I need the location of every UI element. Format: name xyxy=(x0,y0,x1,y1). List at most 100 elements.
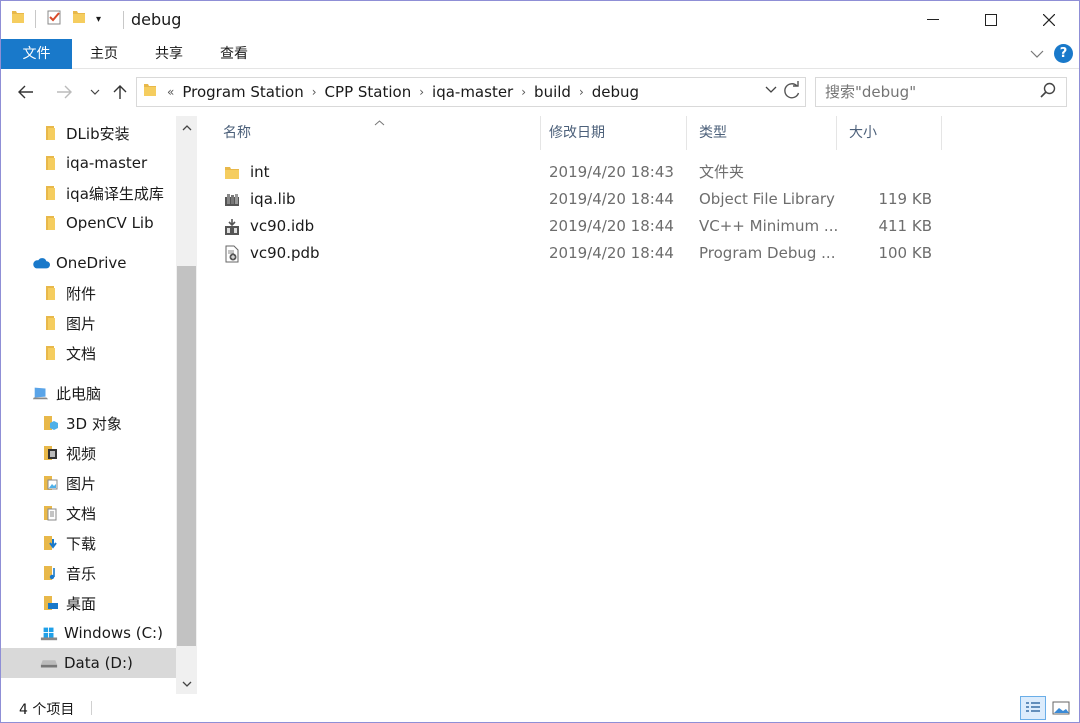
chevron-right-icon[interactable]: › xyxy=(579,85,584,99)
folder-icon xyxy=(223,164,241,182)
sidebar-item-data-d[interactable]: Data (D:) xyxy=(1,648,176,678)
breadcrumb-cpp-station[interactable]: CPP Station xyxy=(325,83,412,101)
breadcrumb-debug[interactable]: debug xyxy=(592,83,639,101)
file-row-int[interactable]: int 2019/4/20 18:43 文件夹 xyxy=(211,159,951,186)
sidebar-item-label: 桌面 xyxy=(66,594,97,613)
sidebar-item-documents[interactable]: 文档 xyxy=(1,498,176,528)
column-header-type[interactable]: 类型 xyxy=(687,116,837,150)
search-box[interactable] xyxy=(815,77,1067,107)
sidebar-item-downloads[interactable]: 下载 xyxy=(1,528,176,558)
sidebar-item-label: 文档 xyxy=(66,344,97,363)
sidebar-item-this-pc[interactable]: 此电脑 xyxy=(1,378,176,408)
sidebar-item-onedrive[interactable]: OneDrive xyxy=(1,248,176,278)
sidebar-item-dlib[interactable]: DLib安装 xyxy=(1,118,176,148)
help-icon[interactable]: ? xyxy=(1054,44,1073,63)
breadcrumb-iqa-master[interactable]: iqa-master xyxy=(432,83,513,101)
ribbon-tabs: 文件 主页 共享 查看 ? xyxy=(1,39,1079,69)
file-name: vc90.idb xyxy=(250,217,315,235)
new-folder-icon[interactable] xyxy=(72,9,86,29)
desktop-folder-icon xyxy=(42,594,60,612)
file-type: Program Debug ... xyxy=(699,244,836,262)
sidebar-item-onedrive-pictures[interactable]: 图片 xyxy=(1,308,176,338)
sidebar-item-onedrive-documents[interactable]: 文档 xyxy=(1,338,176,368)
column-header-date[interactable]: 修改日期 xyxy=(537,116,687,150)
tab-share[interactable]: 共享 xyxy=(136,39,202,69)
address-bar[interactable]: « Program Station › CPP Station › iqa-ma… xyxy=(136,77,806,107)
cloud-icon xyxy=(32,254,50,272)
sidebar-item-label: iqa编译生成库 xyxy=(66,184,164,203)
tab-file[interactable]: 文件 xyxy=(1,39,72,69)
sidebar-item-label: 下载 xyxy=(66,534,97,553)
sidebar-item-label: OneDrive xyxy=(56,254,127,272)
file-row-iqa-lib[interactable]: iqa.lib 2019/4/20 18:44 Object File Libr… xyxy=(211,186,951,213)
sidebar-item-3d-objects[interactable]: 3D 对象 xyxy=(1,408,176,438)
scrollbar-thumb[interactable] xyxy=(177,266,196,646)
column-header-size[interactable]: 大小 xyxy=(837,116,942,150)
sort-ascending-icon xyxy=(374,116,385,129)
sidebar-item-label: 3D 对象 xyxy=(66,414,122,433)
sidebar-item-music[interactable]: 音乐 xyxy=(1,558,176,588)
forward-button[interactable] xyxy=(47,73,81,111)
library-file-icon xyxy=(223,191,241,209)
search-input[interactable] xyxy=(816,78,1026,106)
3d-objects-icon xyxy=(42,414,60,432)
close-button[interactable] xyxy=(1020,1,1078,39)
chevron-right-icon[interactable]: › xyxy=(312,85,317,99)
downloads-folder-icon xyxy=(42,534,60,552)
breadcrumb-overflow[interactable]: « xyxy=(167,85,174,99)
sidebar-item-label: Data (D:) xyxy=(64,654,133,672)
computer-icon xyxy=(32,384,50,402)
scroll-down-icon[interactable] xyxy=(176,674,197,694)
minimize-button[interactable] xyxy=(904,1,962,39)
folder-icon xyxy=(42,314,60,332)
up-button[interactable] xyxy=(107,73,133,111)
maximize-button[interactable] xyxy=(962,1,1020,39)
windows-drive-icon xyxy=(40,624,58,642)
file-type: VC++ Minimum ... xyxy=(699,217,839,235)
file-row-vc90-pdb[interactable]: vc90.pdb 2019/4/20 18:44 Program Debug .… xyxy=(211,240,951,267)
chevron-down-icon[interactable] xyxy=(765,83,777,97)
large-icons-view-button[interactable] xyxy=(1048,696,1074,720)
folder-icon xyxy=(42,344,60,362)
tab-home[interactable]: 主页 xyxy=(72,39,136,69)
sidebar-item-pictures[interactable]: 图片 xyxy=(1,468,176,498)
sidebar-item-iqa-master[interactable]: iqa-master xyxy=(1,148,176,178)
chevron-right-icon[interactable]: › xyxy=(521,85,526,99)
sidebar-item-attachments[interactable]: 附件 xyxy=(1,278,176,308)
file-date: 2019/4/20 18:44 xyxy=(549,190,674,208)
address-folder-icon xyxy=(143,82,157,102)
navigation-pane: DLib安装 iqa-master iqa编译生成库 OpenCV Lib On… xyxy=(1,116,197,694)
search-icon[interactable] xyxy=(1040,82,1056,102)
file-name: iqa.lib xyxy=(250,190,296,208)
chevron-right-icon[interactable]: › xyxy=(419,85,424,99)
pictures-folder-icon xyxy=(42,474,60,492)
folder-icon xyxy=(42,284,60,302)
details-view-button[interactable] xyxy=(1020,696,1046,720)
recent-locations-button[interactable] xyxy=(85,73,105,111)
sidebar-item-iqa-lib[interactable]: iqa编译生成库 xyxy=(1,178,176,208)
title-bar: ▾ debug xyxy=(1,1,1079,39)
sidebar-item-opencv-lib[interactable]: OpenCV Lib xyxy=(1,208,176,238)
scroll-up-icon[interactable] xyxy=(176,118,197,138)
file-row-vc90-idb[interactable]: vc90.idb 2019/4/20 18:44 VC++ Minimum ..… xyxy=(211,213,951,240)
breadcrumb-build[interactable]: build xyxy=(534,83,571,101)
idb-file-icon xyxy=(223,218,241,236)
expand-ribbon-icon[interactable] xyxy=(1030,46,1044,62)
sidebar-item-videos[interactable]: 视频 xyxy=(1,438,176,468)
refresh-icon[interactable] xyxy=(783,81,801,105)
customize-dropdown-icon[interactable]: ▾ xyxy=(96,14,101,25)
file-size: 411 KB xyxy=(878,217,932,235)
sidebar-item-windows-c[interactable]: Windows (C:) xyxy=(1,618,176,648)
sidebar-item-desktop[interactable]: 桌面 xyxy=(1,588,176,618)
file-list: 名称 修改日期 类型 大小 int 2019/4/20 18:43 文件夹 iq… xyxy=(211,116,1071,694)
file-date: 2019/4/20 18:44 xyxy=(549,244,674,262)
tab-view[interactable]: 查看 xyxy=(202,39,266,69)
breadcrumb-program-station[interactable]: Program Station xyxy=(182,83,303,101)
back-button[interactable] xyxy=(9,73,43,111)
drive-icon xyxy=(40,654,58,672)
nav-scrollbar[interactable] xyxy=(176,116,197,694)
status-bar: 4 个项目 xyxy=(1,694,1079,722)
sidebar-item-label: 音乐 xyxy=(66,564,97,583)
file-type: Object File Library xyxy=(699,190,835,208)
properties-icon[interactable] xyxy=(46,9,62,29)
